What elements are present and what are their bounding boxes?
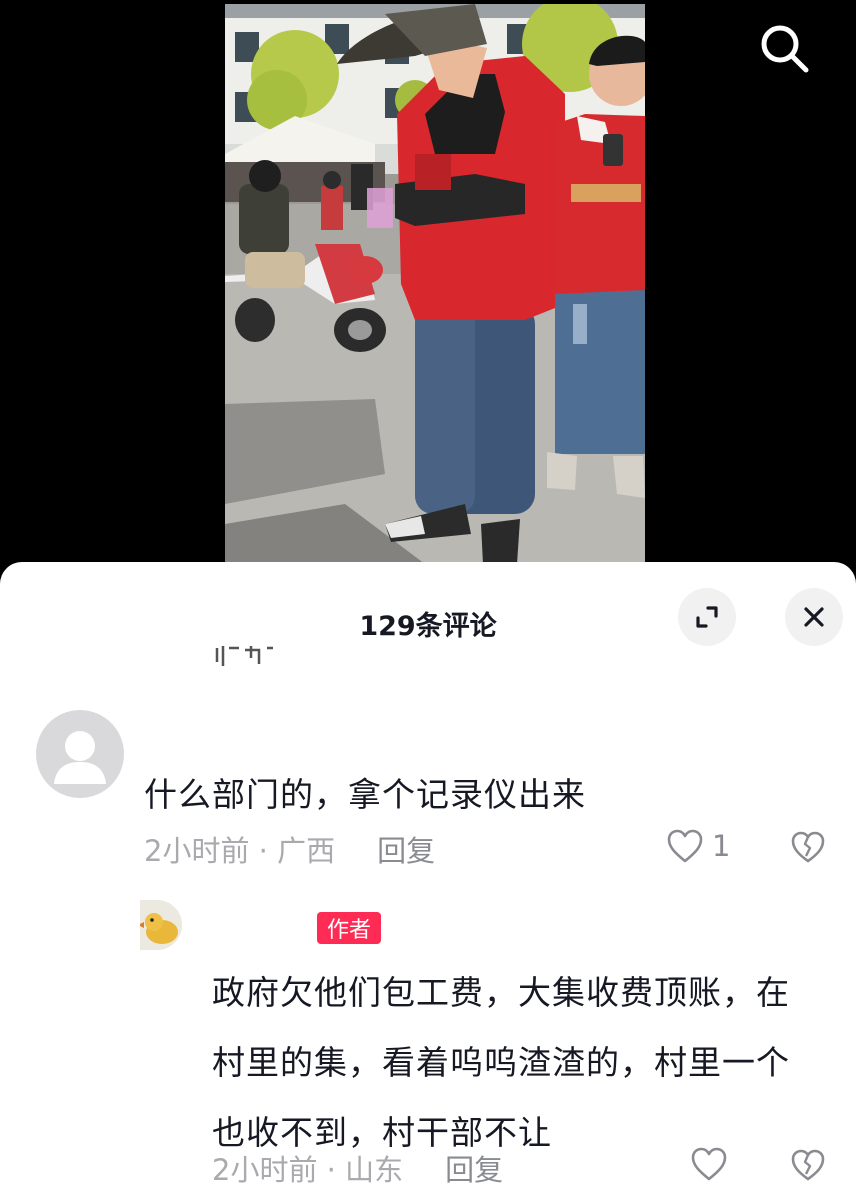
comment-text: 政府欠他们包工费，大集收费顶账，在 村里的集，看着呜呜渣渣的，村里一个 也收不到… [212,958,842,1168]
video-scene [225,4,645,564]
close-button[interactable] [785,588,843,646]
comment-text: 什么部门的，拿个记录仪出来 [144,775,586,814]
scrolled-text-fragment [215,646,275,668]
reply-button[interactable]: 回复 [445,1147,503,1189]
like-button[interactable] [690,1146,728,1182]
default-avatar-icon [54,731,106,784]
comment-line: 村里的集，看着呜呜渣渣的，村里一个 [212,1043,790,1082]
dislike-button[interactable] [790,1148,826,1186]
heart-icon [667,829,703,863]
search-button[interactable] [752,16,816,80]
comments-panel: 129条评论 什么部门的，拿个记录仪出来 2小时前 · 广西 回复 1 作者 政… [0,562,856,1200]
broken-heart-icon [791,831,825,863]
video-player[interactable] [0,0,856,600]
duck-avatar-icon [140,900,182,950]
expand-icon [696,606,718,628]
like-count: 1 [712,829,731,863]
expand-button[interactable] [678,588,736,646]
comment-meta: 2小时前 · 广西 回复 [144,828,435,870]
comment-meta: 2小时前 · 山东 回复 [212,1147,503,1189]
search-icon [761,25,809,73]
broken-heart-icon [791,1149,825,1181]
comment-time-location: 2小时前 · 广西 [144,834,336,868]
heart-icon [691,1147,727,1181]
close-icon [804,607,824,627]
reply-button[interactable]: 回复 [377,828,435,870]
video-frame[interactable] [225,4,645,564]
author-badge: 作者 [317,912,382,944]
commenter-avatar[interactable] [36,710,124,798]
comment-line: 政府欠他们包工费，大集收费顶账，在 [212,973,790,1012]
comment-time-location: 2小时前 · 山东 [212,1153,404,1187]
author-avatar[interactable] [140,900,182,950]
like-button[interactable]: 1 [666,828,730,864]
dislike-button[interactable] [790,830,826,868]
